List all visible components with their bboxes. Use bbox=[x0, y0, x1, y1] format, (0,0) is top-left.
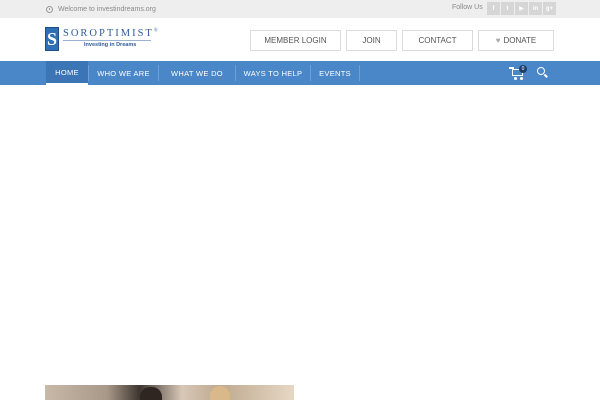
nav-item-events[interactable]: EVENTS bbox=[311, 61, 359, 85]
logo-mark: S bbox=[45, 27, 59, 51]
heart-icon: ♥ bbox=[495, 36, 501, 45]
social-links: f t ▶ in g+ bbox=[487, 2, 556, 15]
facebook-icon[interactable]: f bbox=[487, 2, 500, 15]
donate-label: DONATE bbox=[503, 36, 537, 45]
logo-divider bbox=[63, 40, 151, 41]
follow-us-label: Follow Us bbox=[452, 4, 483, 11]
contact-button[interactable]: CONTACT bbox=[402, 30, 473, 51]
youtube-icon[interactable]: ▶ bbox=[515, 2, 528, 15]
linkedin-icon[interactable]: in bbox=[529, 2, 542, 15]
welcome-message: Welcome to investindreams.org bbox=[46, 3, 156, 15]
welcome-text: Welcome to investindreams.org bbox=[58, 5, 156, 13]
twitter-icon[interactable]: t bbox=[501, 2, 514, 15]
googleplus-icon[interactable]: g+ bbox=[543, 2, 556, 15]
logo-tagline: Investing in Dreams bbox=[84, 42, 137, 48]
nav-item-home[interactable]: HOME bbox=[46, 61, 88, 85]
member-login-button[interactable]: MEMBER LOGIN bbox=[250, 30, 341, 51]
hero-image bbox=[45, 385, 294, 400]
cart-count-badge: 0 bbox=[519, 65, 527, 73]
nav-item-what-we-do[interactable]: WHAT WE DO bbox=[159, 61, 235, 85]
nav-item-who-we-are[interactable]: WHO WE ARE bbox=[89, 61, 158, 85]
clock-icon bbox=[46, 5, 53, 13]
donate-button[interactable]: ♥ DONATE bbox=[478, 30, 554, 51]
top-bar: Welcome to investindreams.org Follow Us … bbox=[0, 0, 600, 18]
site-logo[interactable]: S SOROPTIMIST® Investing in Dreams bbox=[45, 27, 158, 51]
join-button[interactable]: JOIN bbox=[346, 30, 397, 51]
logo-name: SOROPTIMIST® bbox=[63, 28, 160, 39]
nav-divider bbox=[359, 65, 360, 81]
search-icon[interactable] bbox=[537, 67, 548, 78]
nav-item-ways-to-help[interactable]: WAYS TO HELP bbox=[236, 61, 310, 85]
